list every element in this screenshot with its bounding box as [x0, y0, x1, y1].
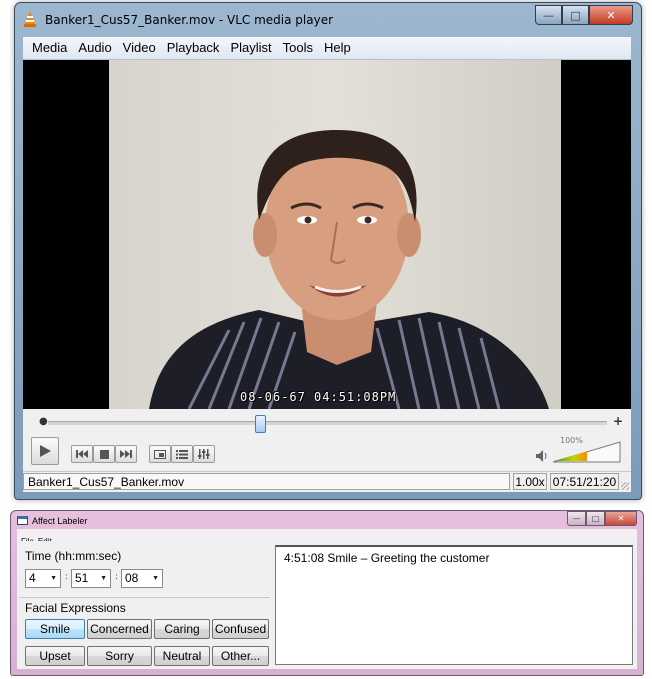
menu-media[interactable]: Media	[32, 37, 67, 59]
resize-grip[interactable]	[621, 482, 629, 490]
sorry-button[interactable]: Sorry	[87, 646, 152, 666]
stop-button[interactable]	[93, 445, 115, 463]
affect-labeler-window: Affect Labeler — □ ✕ FileEdit Time (hh:m…	[10, 510, 644, 676]
section-divider	[19, 597, 270, 598]
time-display[interactable]: 07:51/21:20	[550, 473, 619, 490]
seek-minus-icon: ●	[39, 416, 48, 427]
upset-button[interactable]: Upset	[25, 646, 85, 666]
extended-settings-icon	[198, 449, 210, 459]
labeler-title-bar[interactable]: Affect Labeler — □ ✕	[17, 511, 637, 529]
neutral-button[interactable]: Neutral	[154, 646, 210, 666]
status-bar: Banker1_Cus57_Banker.mov 1.00x 07:51/21:…	[23, 471, 631, 492]
play-button[interactable]	[31, 437, 59, 465]
menu-audio[interactable]: Audio	[78, 37, 111, 59]
chevron-down-icon: ▼	[100, 575, 107, 582]
labeler-body: Time (hh:mm:sec) 4 ▼ : 51 ▼ : 08 ▼ Facia…	[17, 541, 637, 669]
fullscreen-button[interactable]	[149, 445, 171, 463]
other-button[interactable]: Other...	[212, 646, 269, 666]
chevron-down-icon: ▼	[50, 575, 57, 582]
video-area[interactable]: 08-06-67 04:51:08PM	[23, 60, 631, 409]
previous-button[interactable]	[71, 445, 93, 463]
labeler-maximize-button[interactable]: □	[586, 511, 605, 526]
close-button[interactable]: ✕	[589, 5, 633, 25]
annotation-log[interactable]: 4:51:08 Smile – Greeting the customer	[275, 545, 633, 665]
stop-icon	[99, 449, 109, 459]
log-entry: 4:51:08 Smile – Greeting the customer	[284, 551, 490, 565]
vlc-window-title: Banker1_Cus57_Banker.mov - VLC media pla…	[45, 13, 334, 27]
hours-value: 4	[29, 571, 36, 585]
control-panel: ● + 100%	[23, 409, 631, 471]
playlist-button[interactable]	[171, 445, 193, 463]
minimize-button[interactable]: —	[535, 5, 562, 25]
play-icon	[40, 445, 51, 457]
menu-video[interactable]: Video	[123, 37, 156, 59]
menu-playback[interactable]: Playback	[167, 37, 220, 59]
seconds-select[interactable]: 08 ▼	[121, 569, 163, 588]
seek-bar[interactable]	[48, 421, 607, 425]
concerned-button[interactable]: Concerned	[87, 619, 152, 639]
facial-expressions-label: Facial Expressions	[25, 601, 126, 615]
seconds-value: 08	[125, 571, 139, 585]
playback-rate[interactable]: 1.00x	[513, 473, 547, 490]
vlc-title-bar[interactable]: Banker1_Cus57_Banker.mov - VLC media pla…	[23, 5, 633, 31]
time-separator: :	[65, 572, 69, 582]
playlist-icon	[176, 449, 188, 459]
confused-button[interactable]: Confused	[212, 619, 269, 639]
speaker-icon[interactable]	[535, 449, 549, 463]
menu-help[interactable]: Help	[324, 37, 351, 59]
time-separator: :	[115, 572, 119, 582]
status-filename: Banker1_Cus57_Banker.mov	[23, 473, 510, 490]
chevron-down-icon: ▼	[152, 575, 159, 582]
labeler-minimize-button[interactable]: —	[567, 511, 586, 526]
maximize-button[interactable]: □	[562, 5, 589, 25]
menu-tools[interactable]: Tools	[283, 37, 313, 59]
video-frame	[109, 60, 561, 409]
fullscreen-icon	[154, 449, 166, 459]
caring-button[interactable]: Caring	[154, 619, 210, 639]
video-person-image	[149, 130, 549, 409]
video-timestamp-overlay: 08-06-67 04:51:08PM	[240, 390, 397, 404]
menu-playlist[interactable]: Playlist	[230, 37, 271, 59]
minutes-value: 51	[75, 571, 89, 585]
vlc-window: Banker1_Cus57_Banker.mov - VLC media pla…	[14, 2, 642, 500]
labeler-close-button[interactable]: ✕	[605, 511, 637, 526]
vlc-cone-icon	[24, 11, 36, 27]
vlc-menu-bar: Media Audio Video Playback Playlist Tools Help	[23, 37, 631, 60]
previous-icon	[76, 450, 88, 458]
next-icon	[120, 450, 132, 458]
hours-select[interactable]: 4 ▼	[25, 569, 61, 588]
labeler-window-title: Affect Labeler	[32, 516, 88, 526]
time-label: Time (hh:mm:sec)	[25, 549, 122, 563]
extended-settings-button[interactable]	[193, 445, 215, 463]
smile-button[interactable]: Smile	[25, 619, 85, 639]
volume-slider[interactable]	[553, 441, 621, 463]
next-button[interactable]	[115, 445, 137, 463]
seek-plus-icon: +	[612, 414, 623, 428]
minutes-select[interactable]: 51 ▼	[71, 569, 111, 588]
seek-handle[interactable]	[255, 415, 267, 433]
app-window-icon	[17, 516, 28, 525]
labeler-menu-bar: FileEdit	[17, 529, 637, 546]
